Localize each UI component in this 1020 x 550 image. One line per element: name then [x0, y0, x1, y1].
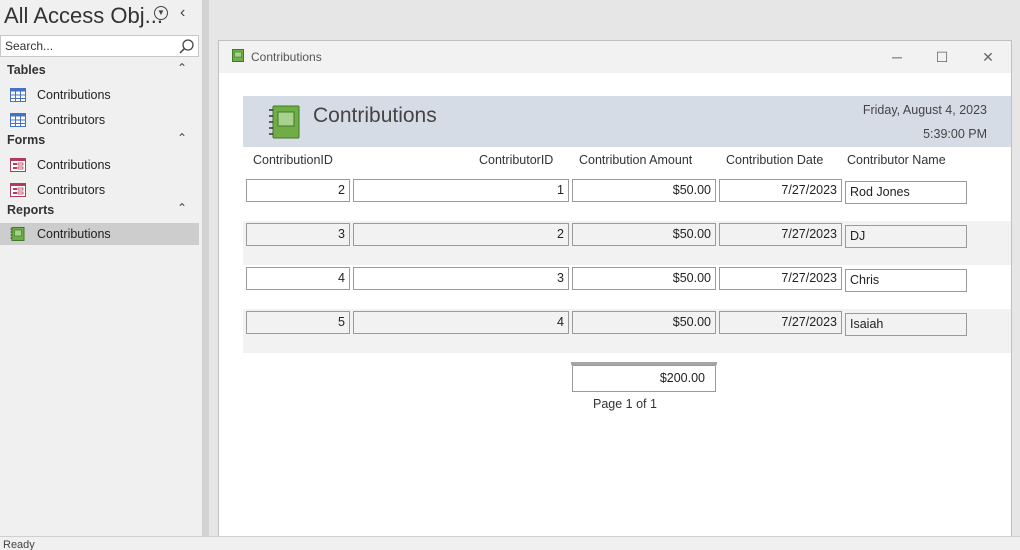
- report-time: 5:39:00 PM: [923, 127, 987, 141]
- close-button[interactable]: ✕: [971, 45, 1005, 69]
- group-label: Tables: [7, 63, 46, 77]
- window-titlebar[interactable]: Contributions ─ ☐ ✕: [219, 41, 1011, 73]
- search-input[interactable]: [1, 36, 171, 56]
- group-header-tables[interactable]: Tables ⌃: [0, 61, 199, 81]
- nav-item-label: Contributions: [37, 227, 111, 241]
- chevron-up-icon[interactable]: ⌃: [177, 201, 187, 215]
- report-header: Contributions Friday, August 4, 2023 5:3…: [243, 96, 1011, 147]
- nav-item-label: Contributors: [37, 113, 106, 127]
- column-header-amount: Contribution Amount: [579, 153, 693, 167]
- cell-date[interactable]: 7/27/2023: [719, 311, 842, 334]
- navigation-pane: All Access Obj... ▼ ‹ Tables ⌃ Contribut…: [0, 0, 203, 536]
- nav-item-report-contributions[interactable]: Contributions: [0, 223, 199, 245]
- cell-contributor-id[interactable]: 2: [353, 223, 569, 246]
- table-icon: [10, 88, 26, 102]
- cell-amount[interactable]: $50.00: [572, 267, 716, 290]
- window-title: Contributions: [251, 50, 322, 64]
- total-amount[interactable]: $200.00: [572, 365, 716, 392]
- nav-item-table-contributors[interactable]: Contributors: [0, 109, 199, 131]
- cell-amount[interactable]: $50.00: [572, 179, 716, 202]
- cell-contributor-id[interactable]: 4: [353, 311, 569, 334]
- cell-contribution-id[interactable]: 5: [246, 311, 350, 334]
- form-icon: [10, 183, 26, 197]
- cell-contributor-name[interactable]: DJ: [845, 225, 967, 248]
- maximize-button[interactable]: ☐: [925, 45, 959, 69]
- chevron-down-icon[interactable]: ▼: [154, 6, 168, 20]
- cell-date[interactable]: 7/27/2023: [719, 267, 842, 290]
- cell-amount[interactable]: $50.00: [572, 223, 716, 246]
- group-label: Reports: [7, 203, 55, 217]
- report-icon: [10, 227, 25, 241]
- cell-contributor-name[interactable]: Rod Jones: [845, 181, 967, 204]
- chevron-up-icon[interactable]: ⌃: [177, 131, 187, 145]
- nav-item-label: Contributions: [37, 158, 111, 172]
- report-icon: [269, 105, 300, 139]
- table-icon: [10, 113, 26, 127]
- column-header-contributor-id: ContributorID: [479, 153, 554, 167]
- minimize-button[interactable]: ─: [880, 45, 914, 69]
- report-window: Contributions ─ ☐ ✕ Contributions Friday…: [218, 40, 1012, 550]
- group-header-reports[interactable]: Reports ⌃: [0, 201, 199, 221]
- cell-contribution-id[interactable]: 3: [246, 223, 350, 246]
- cell-date[interactable]: 7/27/2023: [719, 179, 842, 202]
- cell-contributor-id[interactable]: 3: [353, 267, 569, 290]
- cell-contributor-id[interactable]: 1: [353, 179, 569, 202]
- cell-amount[interactable]: $50.00: [572, 311, 716, 334]
- cell-contribution-id[interactable]: 2: [246, 179, 350, 202]
- nav-item-form-contributions[interactable]: Contributions: [0, 154, 199, 176]
- nav-item-form-contributors[interactable]: Contributors: [0, 179, 199, 201]
- cell-contributor-name[interactable]: Chris: [845, 269, 967, 292]
- form-icon: [10, 158, 26, 172]
- nav-item-label: Contributions: [37, 88, 111, 102]
- group-header-forms[interactable]: Forms ⌃: [0, 131, 199, 151]
- report-title: Contributions: [313, 104, 437, 127]
- search-box: [0, 35, 199, 57]
- column-header-contributor-name: Contributor Name: [847, 153, 946, 167]
- collapse-pane-icon[interactable]: ‹: [180, 4, 185, 22]
- report-date: Friday, August 4, 2023: [862, 103, 987, 117]
- pane-splitter[interactable]: [203, 0, 209, 536]
- page-number: Page 1 of 1: [593, 397, 657, 411]
- cell-date[interactable]: 7/27/2023: [719, 223, 842, 246]
- cell-contributor-name[interactable]: Isaiah: [845, 313, 967, 336]
- search-icon[interactable]: [178, 38, 195, 55]
- nav-title[interactable]: All Access Obj...: [4, 3, 163, 29]
- nav-item-table-contributions[interactable]: Contributions: [0, 84, 199, 106]
- report-icon: [232, 49, 244, 62]
- nav-header: All Access Obj... ▼ ‹: [0, 0, 203, 32]
- status-bar: Ready: [0, 536, 1020, 550]
- group-label: Forms: [7, 133, 46, 147]
- column-header-date: Contribution Date: [726, 153, 824, 167]
- chevron-up-icon[interactable]: ⌃: [177, 61, 187, 75]
- nav-item-label: Contributors: [37, 183, 106, 197]
- cell-contribution-id[interactable]: 4: [246, 267, 350, 290]
- column-header-contribution-id: ContributionID: [253, 153, 333, 167]
- status-text: Ready: [3, 539, 35, 550]
